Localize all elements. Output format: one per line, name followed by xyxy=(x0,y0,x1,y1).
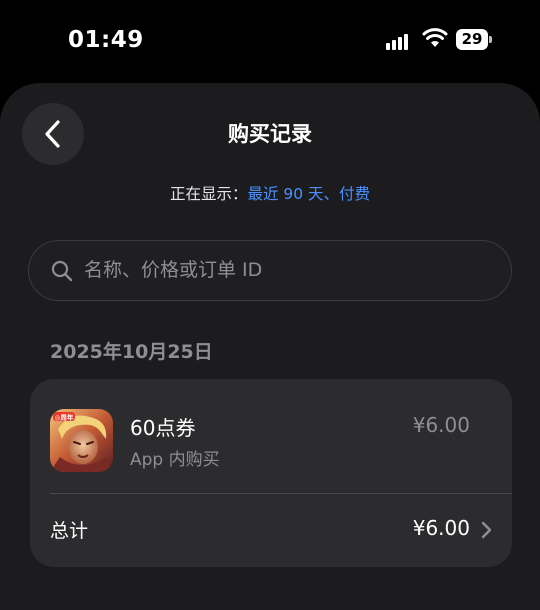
filter-prefix: 正在显示： xyxy=(169,185,248,203)
status-time: 01:49 xyxy=(68,27,144,53)
svg-text:◎周年: ◎周年 xyxy=(55,413,74,422)
search-icon xyxy=(51,260,73,282)
game-app-icon: ◎周年 xyxy=(50,409,113,472)
item-price: ¥6.00 xyxy=(412,413,470,437)
search-field[interactable] xyxy=(28,240,512,301)
chevron-right-icon xyxy=(481,521,492,539)
wifi-icon xyxy=(422,28,448,47)
total-label: 总计 xyxy=(50,520,89,542)
battery-icon: 29 xyxy=(456,29,492,50)
status-bar: 01:49 29 xyxy=(0,0,540,80)
divider xyxy=(50,493,512,494)
page-title: 购买记录 xyxy=(228,122,312,146)
item-name: 60点券 xyxy=(130,416,196,440)
purchase-date-header: 2025年10月25日 xyxy=(50,341,213,363)
filter-link[interactable]: 最近 90 天、付费 xyxy=(247,185,370,203)
purchase-card[interactable]: ◎周年 60点券 App 内购买 ¥6.00 总计 ¥6.00 xyxy=(30,379,512,567)
search-input[interactable] xyxy=(84,241,494,299)
item-type: App 内购买 xyxy=(130,450,220,470)
filter-summary: 正在显示：最近 90 天、付费 xyxy=(0,182,540,204)
cellular-signal-icon xyxy=(386,32,414,50)
battery-level: 29 xyxy=(461,30,483,48)
total-value: ¥6.00 xyxy=(412,516,470,540)
